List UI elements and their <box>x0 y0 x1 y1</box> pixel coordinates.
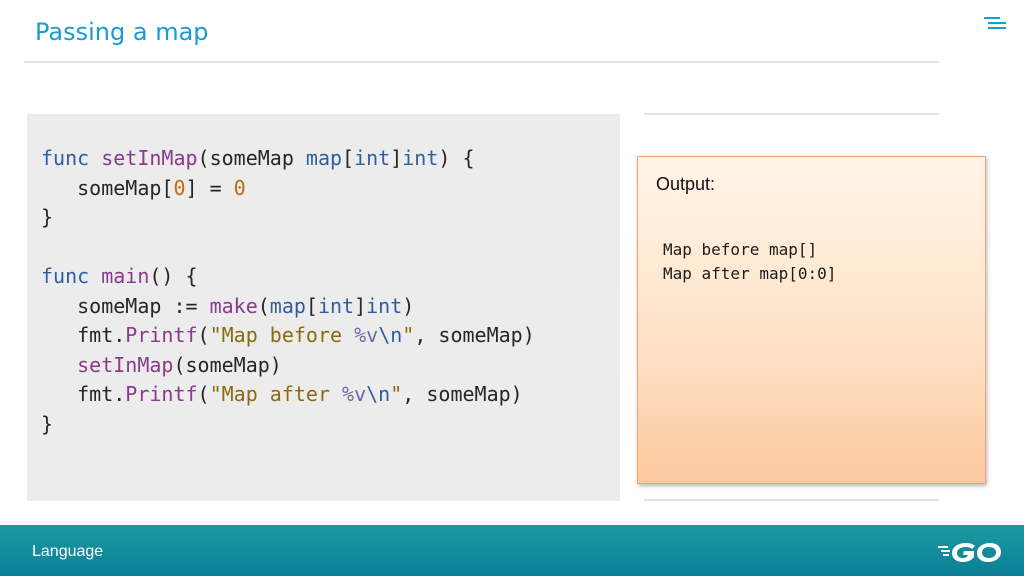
output-label: Output: <box>656 174 716 194</box>
output-bottom-rule <box>644 499 939 501</box>
output-top-rule <box>644 113 939 115</box>
code-token: int <box>354 146 391 170</box>
code-token: func <box>41 264 90 288</box>
code-token: map <box>305 146 343 170</box>
code-token: %v <box>342 382 367 406</box>
code-block: func setInMap(someMap map[int]int) { som… <box>41 144 535 439</box>
code-line: fmt.Printf("Map after %v\n", someMap) <box>41 382 523 406</box>
code-token: Printf <box>125 323 198 347</box>
code-token: Printf <box>125 382 198 406</box>
code-token: "Map after <box>209 382 343 406</box>
code-token: " <box>402 323 415 347</box>
footer-bar: Language <box>0 525 1024 576</box>
code-token: 0 <box>233 175 246 200</box>
footer-label: Language <box>32 543 104 560</box>
code-token: setInMap <box>77 352 174 377</box>
code-line: } <box>41 205 54 229</box>
code-line: someMap[0] = 0 <box>41 175 246 200</box>
go-logo-icon <box>938 543 1001 562</box>
output-line: Map after map[0:0] <box>663 264 837 283</box>
code-token: make <box>209 293 258 318</box>
code-line: func setInMap(someMap map[int]int) { <box>41 146 475 170</box>
code-token: func <box>41 146 90 170</box>
output-panel: Output: Map before map[] Map after map[0:… <box>637 156 986 484</box>
code-token: " <box>390 382 403 406</box>
code-line: func main() { <box>41 264 198 288</box>
menu-icon[interactable] <box>984 15 1006 31</box>
code-token: int <box>366 293 403 318</box>
code-line: someMap := make(map[int]int) <box>41 293 415 318</box>
title-divider <box>24 61 939 63</box>
code-token: "Map before <box>209 323 355 347</box>
code-token: int <box>402 146 439 170</box>
code-token: map <box>269 293 306 318</box>
code-token: int <box>317 293 355 318</box>
output-line: Map before map[] <box>663 240 818 259</box>
code-token: \n <box>378 323 403 347</box>
code-token: 0 <box>173 175 186 200</box>
code-token: %v <box>354 323 379 347</box>
code-line: } <box>41 411 54 436</box>
code-token: main <box>101 264 150 288</box>
code-token: setInMap <box>101 146 198 170</box>
code-token: \n <box>366 382 391 406</box>
code-line: fmt.Printf("Map before %v\n", someMap) <box>41 323 535 347</box>
slide-title: Passing a map <box>35 18 209 46</box>
code-panel: func setInMap(someMap map[int]int) { som… <box>27 114 620 501</box>
output-text: Map before map[] Map after map[0:0] <box>663 238 836 286</box>
code-line: setInMap(someMap) <box>77 352 282 377</box>
